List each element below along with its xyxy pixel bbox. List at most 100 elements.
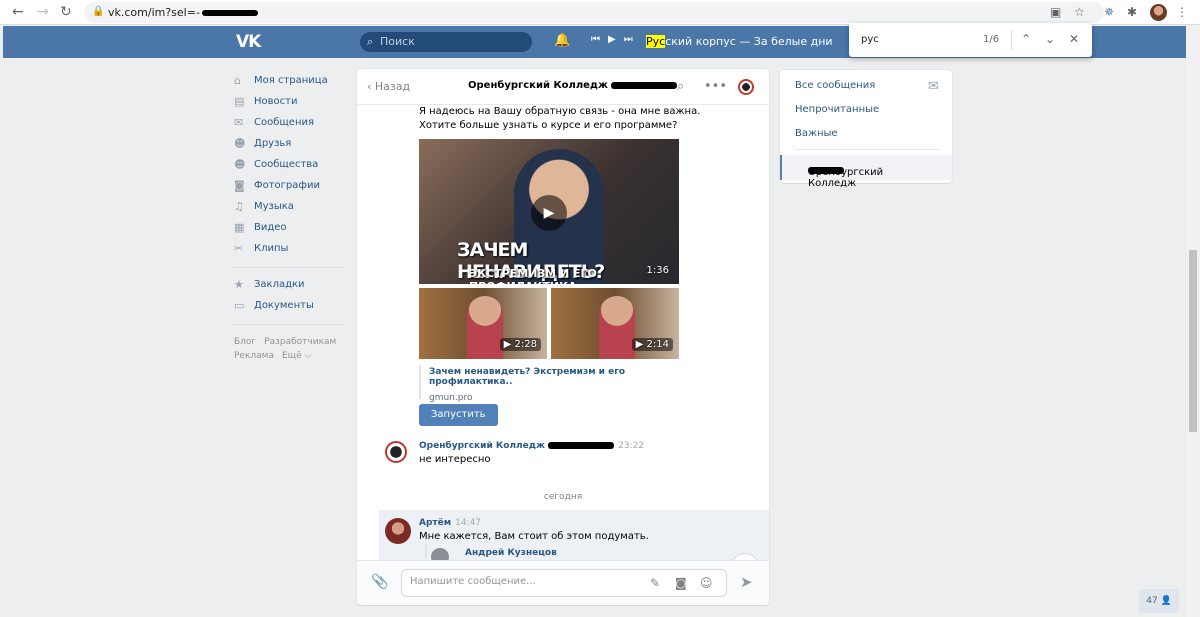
message-input-box[interactable]: ✎ ◙ ☺ bbox=[401, 569, 727, 597]
find-input[interactable]: рус bbox=[861, 34, 879, 45]
next-track-icon[interactable]: ⏭ bbox=[624, 34, 633, 45]
footer-link-more[interactable]: Ещё ⌵ bbox=[282, 351, 311, 361]
play-icon[interactable]: ▶ bbox=[608, 34, 616, 45]
star-icon: ★ bbox=[234, 278, 244, 291]
now-playing-title[interactable]: Русский корпус — За белые дни bbox=[646, 35, 833, 48]
friends-icon: ☻ bbox=[234, 137, 246, 150]
menu-dots-icon[interactable]: ⋮ bbox=[1176, 5, 1188, 19]
video-thumb-1[interactable]: ▶ 2:28 bbox=[419, 288, 547, 359]
forward-arrow-icon[interactable]: → bbox=[37, 4, 49, 20]
video-thumb-2[interactable]: ▶ 2:14 bbox=[551, 288, 679, 359]
quote-avatar bbox=[431, 548, 449, 560]
url-text: vk.com/im?sel=- bbox=[108, 6, 258, 19]
find-close-icon[interactable]: ✕ bbox=[1069, 32, 1079, 46]
sidebar-item-friends[interactable]: ☻ Друзья bbox=[234, 133, 344, 154]
sender-name[interactable]: Оренбургский Колледж 23:22 bbox=[419, 441, 644, 451]
sender-name[interactable]: Артём 14:47 bbox=[419, 518, 481, 528]
page-action-icon[interactable]: ▣ bbox=[1050, 5, 1061, 19]
back-button[interactable]: ‹ Назад bbox=[367, 80, 410, 93]
chat-search-icon[interactable]: ⌕ bbox=[677, 79, 684, 94]
link-card[interactable]: Зачем ненавидеть? Экстремизм и его профи… bbox=[419, 365, 679, 403]
find-divider bbox=[1011, 30, 1012, 50]
sidebar-item-label: Видео bbox=[254, 222, 287, 233]
send-icon[interactable]: ➤ bbox=[740, 573, 753, 591]
online-friends-counter[interactable]: 47 👤 bbox=[1139, 589, 1179, 613]
filter-all-messages[interactable]: Все сообщения bbox=[795, 80, 875, 91]
run-button[interactable]: Запустить bbox=[419, 404, 498, 426]
message-text: не интересно bbox=[419, 454, 491, 465]
message-input[interactable] bbox=[410, 576, 640, 587]
sidebar-item-label: Моя страница bbox=[254, 75, 328, 86]
emoji-icon[interactable]: ☺ bbox=[700, 576, 713, 590]
lock-icon: 🔒 bbox=[92, 6, 105, 17]
sidebar-item-label: Друзья bbox=[254, 138, 292, 149]
chat-title[interactable]: Оренбургский Колледж bbox=[468, 80, 678, 91]
find-next-chevron-down-icon[interactable]: ⌄ bbox=[1045, 32, 1055, 46]
messages-icon: ✉ bbox=[234, 116, 244, 129]
quote-bar bbox=[425, 545, 427, 559]
find-in-page-bar: рус 1/6 ⌃ ⌄ ✕ bbox=[849, 23, 1092, 57]
message-text: Хотите больше узнать о курсе и его прогр… bbox=[419, 120, 678, 131]
envelope-icon[interactable]: ✉ bbox=[928, 79, 939, 94]
address-bar[interactable]: 🔒 vk.com/im?sel=- bbox=[84, 2, 1104, 23]
play-button-icon[interactable]: ▶ bbox=[531, 195, 567, 231]
sidebar-item-music[interactable]: ♫ Музыка bbox=[234, 196, 344, 217]
message-history[interactable]: Я надеюсь на Вашу обратную связь - она м… bbox=[357, 105, 769, 560]
sender-avatar[interactable] bbox=[385, 518, 411, 544]
chat-panel: ‹ Назад Оренбургский Колледж ⌕ ••• Я над… bbox=[357, 69, 769, 605]
active-conversation[interactable]: Оренбургский Колледж bbox=[780, 155, 952, 189]
sidebar-item-star[interactable]: ★ Закладки bbox=[234, 274, 344, 295]
back-arrow-icon[interactable]: ← bbox=[12, 4, 24, 20]
video-duration: ▶ 2:28 bbox=[499, 338, 541, 351]
left-sidebar: ⌂ Моя страница ▤ Новости ✉ Сообщения ☻ Друзья ☻ С… bbox=[234, 70, 344, 363]
profile-avatar[interactable] bbox=[1150, 4, 1167, 21]
sender-avatar[interactable] bbox=[385, 441, 407, 463]
vk-extension-icon[interactable]: ✵ bbox=[1104, 5, 1114, 19]
sidebar-item-video[interactable]: ▦ Видео bbox=[234, 217, 344, 238]
prev-track-icon[interactable]: ⏮ bbox=[591, 34, 600, 45]
attach-paperclip-icon[interactable]: 📎 bbox=[371, 574, 388, 590]
home-icon: ⌂ bbox=[234, 74, 241, 87]
sidebar-item-communities[interactable]: ☻ Сообщества bbox=[234, 154, 344, 175]
footer-link-ads[interactable]: Реклама bbox=[234, 351, 274, 361]
sidebar-item-clips[interactable]: ✂ Клипы bbox=[234, 238, 344, 259]
extensions-puzzle-icon[interactable]: ✱ bbox=[1127, 5, 1137, 19]
sidebar-item-messages[interactable]: ✉ Сообщения bbox=[234, 112, 344, 133]
video-person bbox=[467, 296, 503, 359]
find-prev-chevron-up-icon[interactable]: ⌃ bbox=[1021, 32, 1031, 46]
scrollbar-thumb[interactable] bbox=[1189, 250, 1197, 432]
reload-icon[interactable]: ↻ bbox=[60, 4, 72, 20]
link-title[interactable]: Зачем ненавидеть? Экстремизм и его профи… bbox=[429, 367, 679, 387]
footer-link-blog[interactable]: Блог bbox=[234, 337, 256, 347]
footer-link-dev[interactable]: Разработчикам bbox=[264, 337, 336, 347]
sidebar-item-label: Сообщения bbox=[254, 117, 315, 128]
vk-logo-icon[interactable]: VK bbox=[236, 32, 261, 52]
sidebar-item-label: Клипы bbox=[254, 243, 289, 254]
quote-author[interactable]: Андрей Кузнецов bbox=[465, 548, 557, 558]
page-scrollbar[interactable] bbox=[1186, 26, 1200, 617]
sidebar-item-doc[interactable]: ▭ Документы bbox=[234, 295, 344, 316]
message-time: 14:47 bbox=[455, 518, 482, 528]
notifications-bell-icon[interactable]: 🔔 bbox=[554, 33, 570, 48]
redaction-scribble bbox=[201, 10, 258, 16]
news-icon: ▤ bbox=[234, 95, 245, 108]
photo-icon: ◙ bbox=[234, 179, 245, 192]
header-search[interactable]: ⌕ bbox=[360, 32, 532, 52]
filter-unread[interactable]: Непрочитанные bbox=[795, 104, 879, 115]
filter-important[interactable]: Важные bbox=[795, 128, 838, 139]
more-dots-icon[interactable]: ••• bbox=[704, 79, 727, 94]
video-main[interactable]: ▶ ЗАЧЕМ НЕНАВИДЕТЬ? ЭКСТРЕМИЗМ И ЕГО ПРО… bbox=[419, 139, 679, 284]
find-highlight: Рус bbox=[646, 35, 666, 48]
bookmark-star-icon[interactable]: ☆ bbox=[1074, 5, 1085, 19]
sidebar-item-news[interactable]: ▤ Новости bbox=[234, 91, 344, 112]
sidebar-item-photo[interactable]: ◙ Фотографии bbox=[234, 175, 344, 196]
sidebar-item-label: Закладки bbox=[254, 279, 305, 290]
search-input[interactable] bbox=[380, 35, 520, 48]
message-text: Мне кажется, Вам стоит об этом подумать. bbox=[419, 531, 649, 542]
message-text: Я надеюсь на Вашу обратную связь - она м… bbox=[419, 106, 701, 117]
sidebar-item-home[interactable]: ⌂ Моя страница bbox=[234, 70, 344, 91]
chat-avatar[interactable] bbox=[738, 79, 754, 95]
graffiti-icon[interactable]: ✎ bbox=[650, 576, 660, 590]
camera-icon[interactable]: ◙ bbox=[675, 576, 687, 590]
video-duration: ▶ 2:14 bbox=[631, 338, 673, 351]
